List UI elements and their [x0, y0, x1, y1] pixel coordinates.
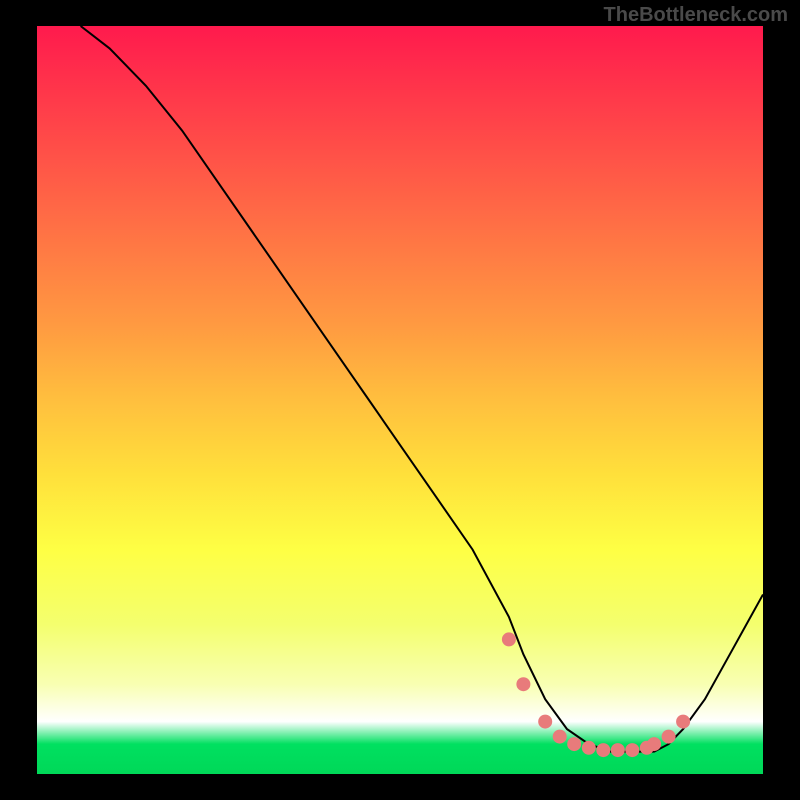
data-marker	[596, 743, 610, 757]
data-marker	[516, 677, 530, 691]
data-marker	[567, 737, 581, 751]
data-marker	[502, 632, 516, 646]
curve-line	[81, 26, 763, 752]
data-marker	[647, 737, 661, 751]
chart-svg	[37, 26, 763, 774]
data-marker	[676, 715, 690, 729]
data-marker	[582, 741, 596, 755]
chart-plot-area	[37, 26, 763, 774]
data-marker	[662, 730, 676, 744]
data-marker	[553, 730, 567, 744]
data-marker	[625, 743, 639, 757]
data-marker	[538, 715, 552, 729]
watermark-text: TheBottleneck.com	[604, 4, 788, 27]
marker-group	[502, 632, 690, 757]
data-marker	[611, 743, 625, 757]
